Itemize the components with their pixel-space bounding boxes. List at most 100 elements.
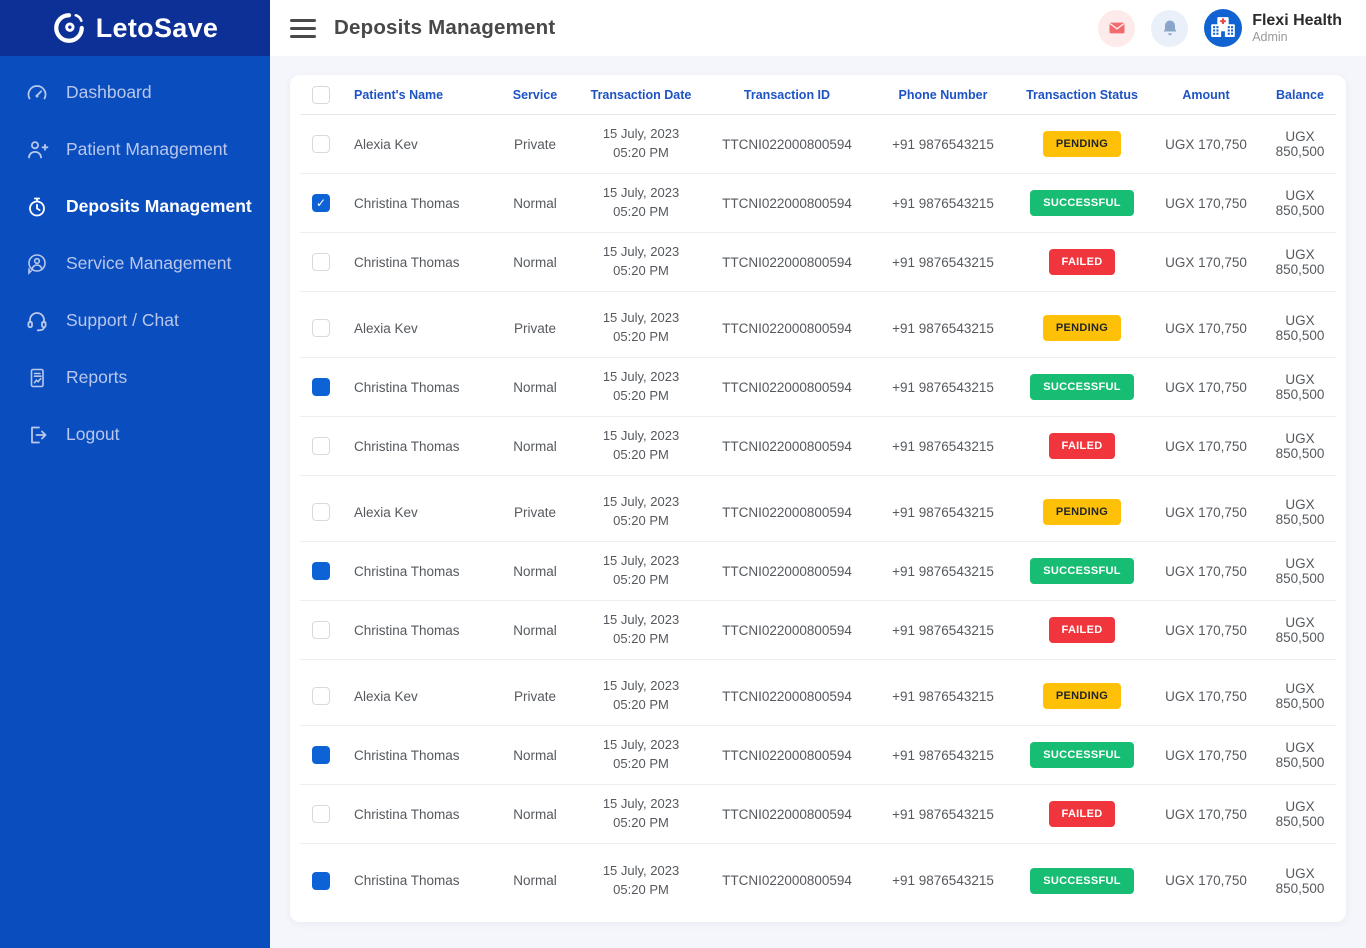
transaction-date: 15 July, 202305:20 PM: [578, 862, 704, 900]
transaction-status-cell: SUCCESSFUL: [1016, 742, 1148, 768]
service-type: Normal: [492, 623, 578, 638]
balance: UGX 850,500: [1264, 129, 1336, 159]
transaction-date: 15 July, 202305:20 PM: [578, 552, 704, 590]
balance: UGX 850,500: [1264, 313, 1336, 343]
row-checkbox[interactable]: [312, 503, 330, 521]
row-checkbox[interactable]: [312, 562, 330, 580]
transaction-date: 15 July, 202305:20 PM: [578, 611, 704, 649]
row-checkbox[interactable]: [312, 253, 330, 271]
row-checkbox[interactable]: [312, 319, 330, 337]
letosave-logo-icon: [52, 11, 86, 45]
column-header: Transaction Status: [1016, 88, 1148, 102]
phone-number: +91 9876543215: [870, 321, 1016, 336]
sidebar-item-service-management[interactable]: Service Management: [0, 235, 270, 292]
amount: UGX 170,750: [1148, 623, 1264, 638]
service-type: Private: [492, 321, 578, 336]
select-all-checkbox[interactable]: [312, 86, 330, 104]
table-row: Alexia KevPrivate15 July, 202305:20 PMTT…: [300, 483, 1336, 542]
sidebar-item-patient-management[interactable]: Patient Management: [0, 121, 270, 178]
transaction-id: TTCNI022000800594: [704, 873, 870, 888]
sidebar-item-reports[interactable]: Reports: [0, 349, 270, 406]
amount: UGX 170,750: [1148, 380, 1264, 395]
row-checkbox[interactable]: [312, 135, 330, 153]
transaction-date: 15 July, 202305:20 PM: [578, 125, 704, 163]
phone-number: +91 9876543215: [870, 564, 1016, 579]
balance: UGX 850,500: [1264, 188, 1336, 218]
transaction-status-cell: SUCCESSFUL: [1016, 558, 1148, 584]
transaction-status-cell: FAILED: [1016, 249, 1148, 275]
balance: UGX 850,500: [1264, 799, 1336, 829]
user-info: Flexi Health Admin: [1252, 12, 1342, 44]
row-checkbox[interactable]: [312, 378, 330, 396]
patient-name: Christina Thomas: [342, 380, 492, 395]
column-header: Phone Number: [870, 88, 1016, 102]
transaction-id: TTCNI022000800594: [704, 748, 870, 763]
phone-number: +91 9876543215: [870, 748, 1016, 763]
transaction-date: 15 July, 202305:20 PM: [578, 309, 704, 347]
amount: UGX 170,750: [1148, 321, 1264, 336]
sidebar-item-label: Service Management: [66, 253, 231, 274]
balance: UGX 850,500: [1264, 740, 1336, 770]
support-icon: [24, 308, 49, 333]
mail-icon: [1107, 18, 1127, 38]
service-icon: [24, 251, 49, 276]
status-badge: PENDING: [1043, 315, 1121, 341]
phone-number: +91 9876543215: [870, 196, 1016, 211]
dashboard-icon: [24, 80, 49, 105]
app-title: LetoSave: [96, 13, 218, 44]
transaction-id: TTCNI022000800594: [704, 196, 870, 211]
amount: UGX 170,750: [1148, 689, 1264, 704]
sidebar-item-support-chat[interactable]: Support / Chat: [0, 292, 270, 349]
row-checkbox[interactable]: [312, 621, 330, 639]
row-checkbox[interactable]: ✓: [312, 194, 330, 212]
transaction-date: 15 July, 202305:20 PM: [578, 427, 704, 465]
service-type: Normal: [492, 380, 578, 395]
patient-name: Alexia Kev: [342, 321, 492, 336]
page-title: Deposits Management: [334, 16, 555, 40]
transaction-status-cell: FAILED: [1016, 617, 1148, 643]
app-logo[interactable]: LetoSave: [0, 0, 270, 56]
phone-number: +91 9876543215: [870, 439, 1016, 454]
transaction-status-cell: FAILED: [1016, 433, 1148, 459]
phone-number: +91 9876543215: [870, 807, 1016, 822]
row-checkbox[interactable]: [312, 805, 330, 823]
patient-name: Christina Thomas: [342, 255, 492, 270]
service-type: Private: [492, 689, 578, 704]
row-checkbox[interactable]: [312, 872, 330, 890]
sidebar-item-logout[interactable]: Logout: [0, 406, 270, 463]
table-row: Christina ThomasNormal15 July, 202305:20…: [300, 785, 1336, 844]
sidebar-item-deposits-management[interactable]: Deposits Management: [0, 178, 270, 235]
balance: UGX 850,500: [1264, 556, 1336, 586]
mail-button[interactable]: [1098, 10, 1135, 47]
table-row: Christina ThomasNormal15 July, 202305:20…: [300, 233, 1336, 292]
amount: UGX 170,750: [1148, 807, 1264, 822]
table-body: Alexia KevPrivate15 July, 202305:20 PMTT…: [300, 115, 1336, 910]
balance: UGX 850,500: [1264, 866, 1336, 896]
amount: UGX 170,750: [1148, 255, 1264, 270]
row-checkbox[interactable]: [312, 437, 330, 455]
sidebar-item-dashboard[interactable]: Dashboard: [0, 64, 270, 121]
service-type: Private: [492, 137, 578, 152]
sidebar: LetoSave DashboardPatient Management Depo…: [0, 0, 270, 948]
menu-toggle-icon[interactable]: [290, 19, 316, 38]
service-type: Normal: [492, 564, 578, 579]
patient-name: Christina Thomas: [342, 564, 492, 579]
transaction-id: TTCNI022000800594: [704, 137, 870, 152]
status-badge: PENDING: [1043, 131, 1121, 157]
service-type: Normal: [492, 196, 578, 211]
patient-name: Christina Thomas: [342, 196, 492, 211]
status-badge: FAILED: [1049, 433, 1116, 459]
sidebar-item-label: Deposits Management: [66, 196, 252, 217]
row-checkbox[interactable]: [312, 746, 330, 764]
status-badge: SUCCESSFUL: [1030, 868, 1134, 894]
phone-number: +91 9876543215: [870, 137, 1016, 152]
column-header: Amount: [1148, 88, 1264, 102]
table-row: Christina ThomasNormal15 July, 202305:20…: [300, 851, 1336, 910]
transaction-date: 15 July, 202305:20 PM: [578, 493, 704, 531]
row-checkbox[interactable]: [312, 687, 330, 705]
transaction-status-cell: PENDING: [1016, 315, 1148, 341]
column-header: Patient's Name: [342, 88, 492, 102]
transaction-status-cell: PENDING: [1016, 131, 1148, 157]
user-menu[interactable]: Flexi Health Admin: [1204, 9, 1342, 47]
notifications-button[interactable]: [1151, 10, 1188, 47]
